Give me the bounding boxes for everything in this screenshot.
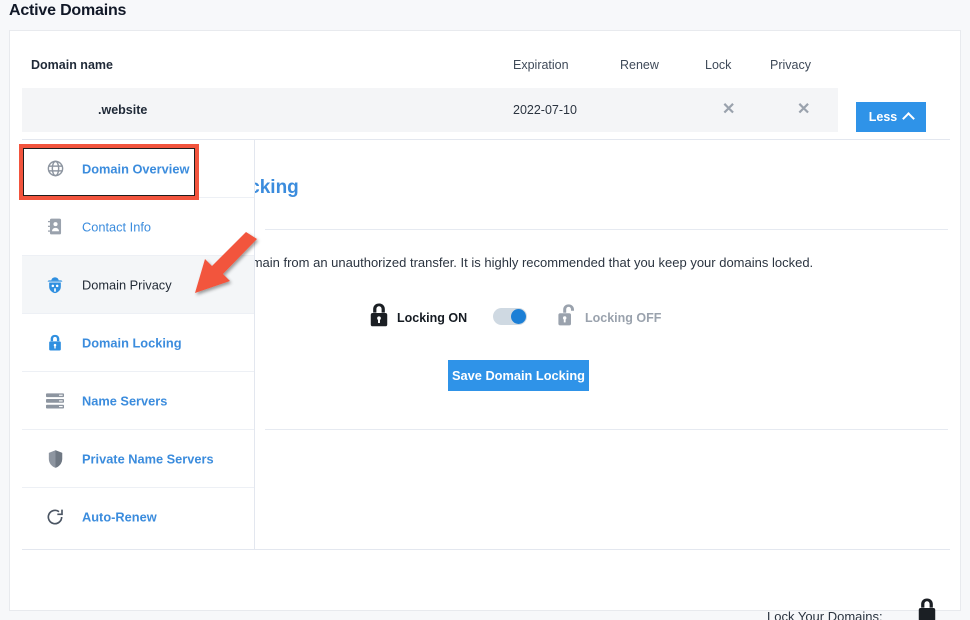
- table-header: Domain name Expiration Renew Lock Privac…: [10, 31, 960, 85]
- closed-padlock-icon-footer: [916, 597, 938, 620]
- padlock-icon: [44, 332, 66, 354]
- locking-toggle-switch[interactable]: [493, 308, 527, 325]
- column-header-privacy: Privacy: [770, 58, 811, 72]
- content-description: Domain Locking is a security feature des…: [255, 255, 814, 270]
- column-header-lock: Lock: [705, 58, 732, 72]
- chevron-up-icon: [902, 112, 916, 125]
- sidebar-item-label: Domain Locking: [82, 335, 182, 350]
- sidebar-item-label: Private Name Servers: [82, 451, 214, 466]
- open-padlock-icon: [556, 302, 578, 333]
- less-toggle-button[interactable]: Less: [856, 102, 926, 132]
- expanded-domain-panel: Domain Overview Contact Info Domain Priv…: [22, 139, 950, 550]
- cell-domain-name: .website: [98, 103, 148, 117]
- column-header-renew: Renew: [620, 58, 659, 72]
- shield-icon: [44, 448, 66, 470]
- privacy-detective-icon: [44, 274, 66, 296]
- sidebar-item-contact-info[interactable]: Contact Info: [22, 198, 254, 256]
- page-title: Active Domains: [9, 2, 127, 19]
- sidebar-item-domain-locking[interactable]: Domain Locking: [22, 314, 254, 372]
- locking-toggle-row: Locking ON Locking OFF: [255, 290, 950, 340]
- close-x-icon-lock[interactable]: ✕: [722, 102, 735, 118]
- sidebar-item-name-servers[interactable]: Name Servers: [22, 372, 254, 430]
- sidebar-item-private-name-servers[interactable]: Private Name Servers: [22, 430, 254, 488]
- sidebar-item-domain-privacy[interactable]: Domain Privacy: [22, 256, 254, 314]
- save-domain-locking-button[interactable]: Save Domain Locking: [448, 360, 589, 391]
- locking-on-group: Locking ON: [368, 302, 467, 333]
- sidebar-item-auto-renew[interactable]: Auto-Renew: [22, 488, 254, 546]
- table-row[interactable]: .website 2022-07-10 ✕ ✕: [22, 88, 838, 132]
- screenshot-root: Active Domains Domain name Expiration Re…: [0, 0, 970, 620]
- close-x-icon-privacy[interactable]: ✕: [797, 102, 810, 118]
- locking-off-group: Locking OFF: [556, 302, 661, 333]
- cell-expiration: 2022-07-10: [513, 103, 577, 117]
- less-button-label: Less: [868, 110, 898, 124]
- globe-icon: [44, 158, 66, 180]
- sidebar-item-label: Auto-Renew: [82, 509, 157, 525]
- divider-bottom: [265, 429, 948, 430]
- divider-top: [265, 229, 948, 230]
- locking-off-label: Locking OFF: [585, 310, 662, 325]
- content-title: Domain Locking: [255, 177, 299, 198]
- column-header-expiration: Expiration: [513, 58, 569, 72]
- closed-padlock-icon: [368, 302, 390, 333]
- sidebar-item-label: Domain Privacy: [82, 277, 172, 292]
- sidebar-item-label: Contact Info: [82, 219, 152, 234]
- sidebar-item-label: Domain Overview: [82, 161, 190, 176]
- sidebar-item-label: Name Servers: [82, 393, 168, 408]
- contact-card-icon: [44, 216, 66, 238]
- footer-note: Lock Your Domains:: [767, 609, 883, 620]
- column-header-domain-name: Domain name: [31, 58, 113, 72]
- domain-locking-content: Domain Locking Domain Locking is a secur…: [255, 140, 950, 550]
- sidebar-item-domain-overview[interactable]: Domain Overview: [22, 140, 254, 198]
- toggle-knob: [511, 309, 526, 324]
- server-stack-icon: [44, 390, 66, 412]
- locking-on-label: Locking ON: [397, 310, 468, 325]
- refresh-circular-icon: [44, 506, 66, 528]
- domain-settings-sidebar: Domain Overview Contact Info Domain Priv…: [22, 140, 255, 550]
- active-domains-card: Domain name Expiration Renew Lock Privac…: [9, 30, 961, 620]
